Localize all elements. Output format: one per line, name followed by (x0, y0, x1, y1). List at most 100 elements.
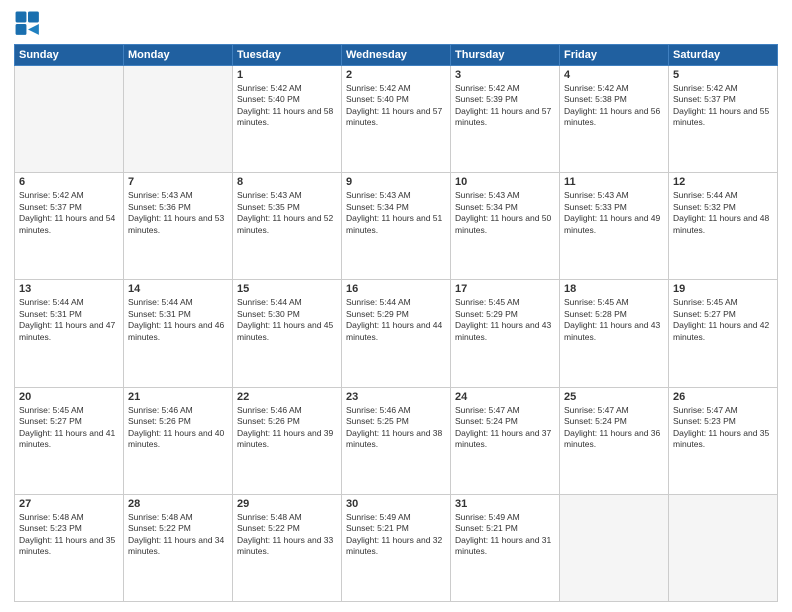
sunset-line: Sunset: 5:23 PM (19, 523, 119, 534)
sunrise-line: Sunrise: 5:42 AM (237, 83, 337, 94)
daylight-line: Daylight: 11 hours and 57 minutes. (455, 106, 555, 129)
calendar-cell: 9 Sunrise: 5:43 AM Sunset: 5:34 PM Dayli… (342, 173, 451, 280)
calendar-cell: 2 Sunrise: 5:42 AM Sunset: 5:40 PM Dayli… (342, 66, 451, 173)
day-number: 1 (237, 69, 337, 81)
sunrise-line: Sunrise: 5:43 AM (128, 190, 228, 201)
daylight-line: Daylight: 11 hours and 35 minutes. (19, 535, 119, 558)
sunset-line: Sunset: 5:30 PM (237, 309, 337, 320)
sunrise-line: Sunrise: 5:43 AM (346, 190, 446, 201)
day-number: 21 (128, 391, 228, 403)
calendar-cell: 24 Sunrise: 5:47 AM Sunset: 5:24 PM Dayl… (451, 387, 560, 494)
day-number: 18 (564, 283, 664, 295)
sunset-line: Sunset: 5:28 PM (564, 309, 664, 320)
sunset-line: Sunset: 5:31 PM (128, 309, 228, 320)
daylight-line: Daylight: 11 hours and 46 minutes. (128, 320, 228, 343)
sunset-line: Sunset: 5:21 PM (346, 523, 446, 534)
daylight-line: Daylight: 11 hours and 41 minutes. (19, 428, 119, 451)
sunrise-line: Sunrise: 5:42 AM (346, 83, 446, 94)
sunrise-line: Sunrise: 5:44 AM (128, 297, 228, 308)
sunset-line: Sunset: 5:33 PM (564, 202, 664, 213)
page: SundayMondayTuesdayWednesdayThursdayFrid… (0, 0, 792, 612)
daylight-line: Daylight: 11 hours and 51 minutes. (346, 213, 446, 236)
daylight-line: Daylight: 11 hours and 42 minutes. (673, 320, 773, 343)
day-number: 8 (237, 176, 337, 188)
sunset-line: Sunset: 5:38 PM (564, 94, 664, 105)
sunrise-line: Sunrise: 5:47 AM (673, 405, 773, 416)
day-number: 9 (346, 176, 446, 188)
sunrise-line: Sunrise: 5:45 AM (673, 297, 773, 308)
calendar-week-row: 1 Sunrise: 5:42 AM Sunset: 5:40 PM Dayli… (15, 66, 778, 173)
calendar-cell: 28 Sunrise: 5:48 AM Sunset: 5:22 PM Dayl… (124, 494, 233, 601)
daylight-line: Daylight: 11 hours and 32 minutes. (346, 535, 446, 558)
day-number: 25 (564, 391, 664, 403)
sunset-line: Sunset: 5:26 PM (128, 416, 228, 427)
daylight-line: Daylight: 11 hours and 58 minutes. (237, 106, 337, 129)
daylight-line: Daylight: 11 hours and 43 minutes. (455, 320, 555, 343)
sunset-line: Sunset: 5:34 PM (455, 202, 555, 213)
day-number: 12 (673, 176, 773, 188)
calendar-cell: 10 Sunrise: 5:43 AM Sunset: 5:34 PM Dayl… (451, 173, 560, 280)
day-number: 29 (237, 498, 337, 510)
logo-icon (14, 10, 42, 38)
day-number: 16 (346, 283, 446, 295)
sunset-line: Sunset: 5:22 PM (237, 523, 337, 534)
sunset-line: Sunset: 5:37 PM (673, 94, 773, 105)
sunrise-line: Sunrise: 5:42 AM (564, 83, 664, 94)
calendar-cell: 8 Sunrise: 5:43 AM Sunset: 5:35 PM Dayli… (233, 173, 342, 280)
daylight-line: Daylight: 11 hours and 39 minutes. (237, 428, 337, 451)
daylight-line: Daylight: 11 hours and 53 minutes. (128, 213, 228, 236)
day-number: 31 (455, 498, 555, 510)
sunrise-line: Sunrise: 5:44 AM (346, 297, 446, 308)
calendar-cell (560, 494, 669, 601)
calendar-cell: 12 Sunrise: 5:44 AM Sunset: 5:32 PM Dayl… (669, 173, 778, 280)
calendar-cell: 17 Sunrise: 5:45 AM Sunset: 5:29 PM Dayl… (451, 280, 560, 387)
weekday-header-cell: Thursday (451, 45, 560, 66)
daylight-line: Daylight: 11 hours and 47 minutes. (19, 320, 119, 343)
day-number: 6 (19, 176, 119, 188)
day-number: 11 (564, 176, 664, 188)
sunset-line: Sunset: 5:27 PM (673, 309, 773, 320)
daylight-line: Daylight: 11 hours and 57 minutes. (346, 106, 446, 129)
day-number: 15 (237, 283, 337, 295)
calendar-cell: 19 Sunrise: 5:45 AM Sunset: 5:27 PM Dayl… (669, 280, 778, 387)
calendar-cell: 6 Sunrise: 5:42 AM Sunset: 5:37 PM Dayli… (15, 173, 124, 280)
sunset-line: Sunset: 5:23 PM (673, 416, 773, 427)
day-number: 19 (673, 283, 773, 295)
day-number: 4 (564, 69, 664, 81)
daylight-line: Daylight: 11 hours and 35 minutes. (673, 428, 773, 451)
sunset-line: Sunset: 5:40 PM (237, 94, 337, 105)
calendar-cell: 7 Sunrise: 5:43 AM Sunset: 5:36 PM Dayli… (124, 173, 233, 280)
day-number: 3 (455, 69, 555, 81)
calendar-cell: 15 Sunrise: 5:44 AM Sunset: 5:30 PM Dayl… (233, 280, 342, 387)
sunset-line: Sunset: 5:22 PM (128, 523, 228, 534)
day-number: 24 (455, 391, 555, 403)
daylight-line: Daylight: 11 hours and 40 minutes. (128, 428, 228, 451)
calendar-cell: 20 Sunrise: 5:45 AM Sunset: 5:27 PM Dayl… (15, 387, 124, 494)
day-number: 23 (346, 391, 446, 403)
calendar-week-row: 20 Sunrise: 5:45 AM Sunset: 5:27 PM Dayl… (15, 387, 778, 494)
sunset-line: Sunset: 5:21 PM (455, 523, 555, 534)
sunrise-line: Sunrise: 5:43 AM (237, 190, 337, 201)
sunrise-line: Sunrise: 5:48 AM (237, 512, 337, 523)
calendar-cell: 4 Sunrise: 5:42 AM Sunset: 5:38 PM Dayli… (560, 66, 669, 173)
calendar-cell: 1 Sunrise: 5:42 AM Sunset: 5:40 PM Dayli… (233, 66, 342, 173)
sunrise-line: Sunrise: 5:42 AM (673, 83, 773, 94)
weekday-header-cell: Monday (124, 45, 233, 66)
sunrise-line: Sunrise: 5:45 AM (455, 297, 555, 308)
sunset-line: Sunset: 5:34 PM (346, 202, 446, 213)
weekday-header-cell: Friday (560, 45, 669, 66)
day-number: 14 (128, 283, 228, 295)
calendar-cell: 5 Sunrise: 5:42 AM Sunset: 5:37 PM Dayli… (669, 66, 778, 173)
calendar-table: SundayMondayTuesdayWednesdayThursdayFrid… (14, 44, 778, 602)
calendar-cell: 23 Sunrise: 5:46 AM Sunset: 5:25 PM Dayl… (342, 387, 451, 494)
sunset-line: Sunset: 5:25 PM (346, 416, 446, 427)
sunrise-line: Sunrise: 5:43 AM (455, 190, 555, 201)
day-number: 27 (19, 498, 119, 510)
sunrise-line: Sunrise: 5:45 AM (564, 297, 664, 308)
sunrise-line: Sunrise: 5:44 AM (19, 297, 119, 308)
calendar-week-row: 13 Sunrise: 5:44 AM Sunset: 5:31 PM Dayl… (15, 280, 778, 387)
daylight-line: Daylight: 11 hours and 56 minutes. (564, 106, 664, 129)
calendar-cell (124, 66, 233, 173)
day-number: 13 (19, 283, 119, 295)
daylight-line: Daylight: 11 hours and 43 minutes. (564, 320, 664, 343)
